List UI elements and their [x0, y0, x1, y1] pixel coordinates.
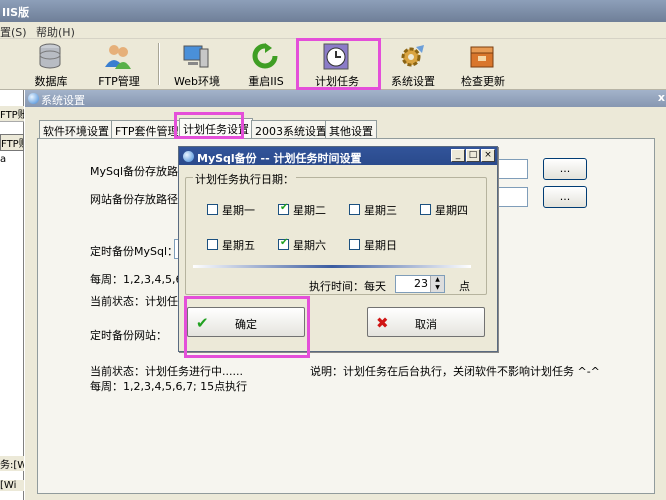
- day-label: 星期五: [222, 239, 255, 252]
- checkbox-sunday[interactable]: [349, 239, 360, 250]
- web-week-text: 每周：1,2,3,4,5,6,7; 15点执行: [90, 380, 248, 393]
- users-icon: [105, 45, 131, 69]
- web-backup-path-label: 网站备份存放路径: [90, 193, 178, 206]
- tab-2003-system[interactable]: 2003系统设置: [251, 120, 331, 138]
- database-icon: [39, 43, 61, 69]
- toolbar-label: Web环境: [174, 75, 220, 88]
- restart-icon: [252, 43, 278, 69]
- mysql-backup-path-label: MySql备份存放路径: [90, 165, 190, 178]
- day-label: 星期三: [364, 204, 397, 217]
- time-unit-label: 点: [459, 280, 470, 293]
- highlight-scheduled-task: [296, 38, 381, 90]
- menu-bar: 置(S) 帮助(H): [0, 22, 666, 39]
- left-panel-header: FTP账: [0, 134, 24, 151]
- app-title: IIS版: [2, 6, 30, 19]
- system-settings-titlebar: 系统设置 x: [25, 90, 666, 107]
- menu-settings[interactable]: 置(S): [0, 24, 27, 40]
- cancel-button[interactable]: ✖ 取消: [367, 307, 485, 337]
- web-status-text: 当前状态：计划任务进行中......: [90, 365, 243, 378]
- checkbox-tuesday[interactable]: ✔: [278, 202, 289, 215]
- cancel-label: 取消: [415, 318, 437, 331]
- web-server-icon: [183, 45, 209, 68]
- day-label: 星期二: [293, 204, 326, 217]
- stepper-arrows-icon[interactable]: ▲ ▼: [430, 276, 444, 292]
- dialog-title: MySql备份 -- 计划任务时间设置: [197, 152, 362, 165]
- close-icon[interactable]: x: [658, 91, 665, 104]
- toolbar-database-button[interactable]: 数据库: [14, 40, 88, 88]
- left-panel-header: FTP账: [0, 106, 24, 122]
- time-label: 执行时间：每天: [309, 280, 386, 293]
- toolbar-ftp-button[interactable]: FTP管理: [82, 40, 156, 88]
- dialog-titlebar: MySql备份 -- 计划任务时间设置 _ □ ×: [179, 147, 497, 165]
- app-icon: [28, 93, 39, 104]
- highlight-tab: [174, 112, 244, 139]
- divider: [193, 265, 471, 268]
- minimize-icon[interactable]: _: [451, 149, 465, 162]
- system-settings-title: 系统设置: [41, 94, 85, 107]
- left-panel-item[interactable]: a: [0, 154, 24, 165]
- tab-other[interactable]: 其他设置: [325, 120, 377, 138]
- settings-icon: [401, 45, 424, 67]
- menu-help[interactable]: 帮助(H): [36, 24, 75, 40]
- toolbar-settings-button[interactable]: 系统设置: [376, 40, 450, 88]
- toolbar-label: FTP管理: [98, 75, 140, 88]
- browse-mysql-path-button[interactable]: ...: [543, 158, 587, 180]
- toolbar-web-button[interactable]: Web环境: [160, 40, 234, 88]
- left-panel-status: 务:[W: [0, 456, 24, 471]
- mysql-status-text: 当前状态：计划任务: [90, 295, 189, 308]
- hour-stepper[interactable]: 23 ▲ ▼: [395, 275, 445, 293]
- day-label: 星期六: [293, 239, 326, 252]
- check-mark-icon: ✔: [280, 237, 289, 248]
- checkbox-friday[interactable]: [207, 239, 218, 250]
- tab-ftp-suite[interactable]: FTP套件管理: [111, 120, 183, 138]
- day-label: 星期四: [435, 204, 468, 217]
- date-group-label: 计划任务执行日期：: [193, 171, 296, 187]
- close-icon[interactable]: ×: [481, 149, 495, 162]
- toolbar-label: 重启IIS: [248, 75, 284, 88]
- mysql-schedule-label: 定时备份MySql：: [90, 245, 179, 258]
- day-label: 星期一: [222, 204, 255, 217]
- dialog-icon: [183, 151, 194, 162]
- update-icon: [470, 46, 494, 68]
- browse-web-path-button[interactable]: ...: [543, 186, 587, 208]
- toolbar-label: 系统设置: [391, 75, 435, 88]
- checkbox-monday[interactable]: [207, 204, 218, 215]
- checkbox-saturday[interactable]: ✔: [278, 237, 289, 250]
- checkbox-wednesday[interactable]: [349, 204, 360, 215]
- web-schedule-label: 定时备份网站：: [90, 329, 167, 342]
- note-text: 说明：计划任务在后台执行，关闭软件不影响计划任务 ^-^: [310, 365, 600, 378]
- checkbox-thursday[interactable]: [420, 204, 431, 215]
- hour-value: 23: [414, 277, 428, 290]
- left-panel: FTP账 FTP账 a 务:[W [Wi: [0, 90, 24, 500]
- toolbar-label: 数据库: [34, 75, 68, 88]
- check-mark-icon: ✔: [280, 202, 289, 213]
- toolbar-check-update-button[interactable]: 检查更新: [446, 40, 520, 88]
- maximize-icon[interactable]: □: [466, 149, 480, 162]
- toolbar-restart-iis-button[interactable]: 重启IIS: [229, 40, 303, 88]
- app-titlebar: IIS版: [0, 0, 666, 22]
- left-panel-status: [Wi: [0, 480, 24, 491]
- highlight-ok-button: [184, 296, 310, 358]
- toolbar-label: 检查更新: [461, 75, 505, 88]
- tab-software-env[interactable]: 软件环境设置: [39, 120, 113, 138]
- day-label: 星期日: [364, 239, 397, 252]
